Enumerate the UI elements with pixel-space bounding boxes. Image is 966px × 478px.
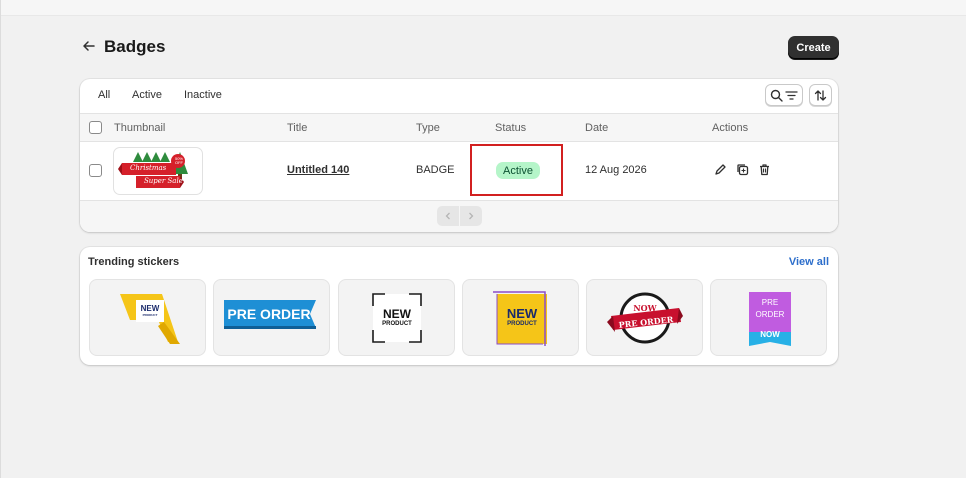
- sticker-2-line-1: PRE ORDER: [227, 306, 311, 322]
- thumbnail-text-christmas: Christmas: [130, 164, 167, 172]
- sticker-now-pre-order-red[interactable]: NOW PRE ORDER: [586, 279, 703, 356]
- sort-button[interactable]: [809, 84, 832, 106]
- tab-inactive[interactable]: Inactive: [184, 89, 222, 101]
- sticker-pre-order-now-purple[interactable]: PRE ORDER NOW: [710, 279, 827, 356]
- top-bar: [0, 0, 966, 16]
- sticker-6-line-1: PRE: [761, 298, 779, 307]
- previous-page-button[interactable]: [437, 206, 459, 226]
- row-checkbox[interactable]: [89, 164, 102, 177]
- search-filter-button[interactable]: [765, 84, 803, 106]
- sticker-1-line-1: NEW: [140, 304, 160, 313]
- column-thumbnail: Thumbnail: [114, 122, 166, 134]
- column-type: Type: [416, 122, 440, 134]
- table-header: Thumbnail Title Type Status Date Actions: [80, 113, 838, 142]
- create-button[interactable]: Create: [788, 36, 839, 59]
- sticker-3-line-2: PRODUCT: [382, 321, 412, 327]
- badges-table-card: All Active Inactive Thumbnail Title Type…: [80, 79, 838, 232]
- sticker-4-line-2: PRODUCT: [507, 321, 537, 327]
- column-date: Date: [585, 122, 609, 134]
- edit-icon[interactable]: [712, 161, 728, 177]
- status-badge: Active: [496, 162, 540, 179]
- sticker-new-product-yellow-frame[interactable]: NEW PRODUCT: [462, 279, 579, 356]
- column-actions: Actions: [712, 122, 749, 134]
- sticker-3-line-1: NEW: [383, 307, 411, 321]
- left-border: [0, 0, 1, 478]
- sticker-4-line-1: NEW: [506, 306, 538, 321]
- tab-active[interactable]: Active: [132, 89, 162, 101]
- badge-type: BADGE: [416, 164, 455, 176]
- select-all-checkbox[interactable]: [89, 121, 102, 134]
- back-arrow-icon[interactable]: [82, 39, 96, 53]
- sticker-new-product-yellow[interactable]: NEW PRODUCT: [89, 279, 206, 356]
- chevron-left-icon: [443, 211, 453, 221]
- trending-stickers-title: Trending stickers: [88, 256, 180, 268]
- sticker-6-line-2: ORDER: [755, 310, 785, 319]
- chevron-right-icon: [466, 211, 476, 221]
- page-title: Badges: [104, 37, 166, 56]
- duplicate-icon[interactable]: [734, 161, 750, 177]
- tab-all[interactable]: All: [98, 89, 110, 101]
- next-page-button[interactable]: [460, 206, 482, 226]
- sort-icon: [814, 89, 827, 102]
- sticker-pre-order-blue[interactable]: PRE ORDER: [213, 279, 330, 356]
- view-all-link[interactable]: View all: [789, 256, 829, 268]
- sticker-1-line-2: PRODUCT: [142, 313, 158, 317]
- sticker-new-product-bw[interactable]: NEW PRODUCT: [338, 279, 455, 356]
- column-status: Status: [495, 122, 527, 134]
- trending-stickers-card: Trending stickers View all NEW PRODUCT P…: [80, 247, 838, 365]
- column-title: Title: [287, 122, 308, 134]
- table-row[interactable]: Christmas Super Sale 50% OFF Untitled 14…: [80, 142, 838, 201]
- search-icon: [770, 89, 783, 102]
- delete-icon[interactable]: [756, 161, 772, 177]
- badge-thumbnail[interactable]: Christmas Super Sale 50% OFF: [113, 147, 203, 195]
- filter-icon: [785, 89, 798, 102]
- badge-title-link[interactable]: Untitled 140: [287, 164, 349, 176]
- sticker-5-line-1: NOW: [633, 303, 657, 313]
- filter-bar: All Active Inactive: [80, 79, 838, 113]
- thumbnail-discount-badge: 50% OFF: [174, 156, 183, 165]
- thumbnail-text-super-sale: Super Sale: [144, 177, 183, 185]
- pagination: [80, 201, 838, 232]
- sticker-6-line-3: NOW: [760, 330, 780, 339]
- badge-date: 12 Aug 2026: [585, 164, 647, 176]
